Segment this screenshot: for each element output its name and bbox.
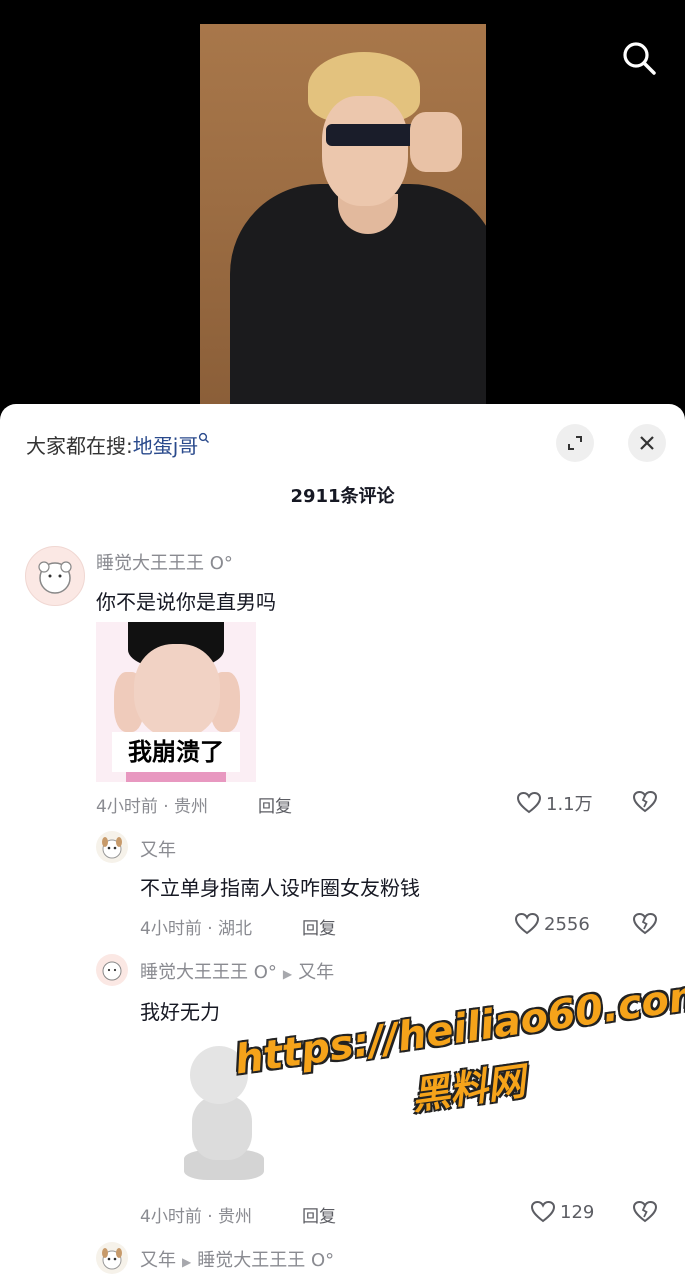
dislike-button[interactable] <box>632 912 658 940</box>
avatar[interactable] <box>96 1242 128 1274</box>
reply-text: 我好无力 <box>140 1000 220 1024</box>
reply-arrow-icon: ▶ <box>182 1255 192 1269</box>
comment-text: 你不是说你是直男吗 <box>96 590 276 614</box>
broken-heart-icon <box>632 790 658 813</box>
comment-username[interactable]: 睡觉大王王王 O° <box>96 549 233 575</box>
avatar[interactable] <box>96 831 128 863</box>
like-button[interactable]: 2556 <box>514 912 590 936</box>
trending-search-prefix: 大家都在搜: <box>26 434 133 458</box>
reply-username[interactable]: 睡觉大王王王 O° <box>140 962 277 983</box>
reply-button[interactable]: 回复 <box>258 792 292 817</box>
like-count: 2556 <box>544 913 590 935</box>
sticker-image[interactable]: 我崩溃了 <box>96 622 256 782</box>
broken-heart-icon <box>632 912 658 935</box>
close-icon <box>640 436 654 450</box>
comment-count: 2911条评论 <box>290 486 395 507</box>
broken-heart-icon <box>632 1200 658 1223</box>
reply-button[interactable]: 回复 <box>302 1202 336 1227</box>
heart-icon <box>514 912 540 935</box>
reply-to-username[interactable]: 睡觉大王王王 O° <box>197 1250 334 1271</box>
sticker-caption: 我崩溃了 <box>112 732 240 772</box>
avatar[interactable] <box>25 546 85 606</box>
comment-sheet: 大家都在搜:地蛋j哥 2911条评论 睡觉大王王王 O° 你不是说你是直男吗 我… <box>0 404 685 1280</box>
like-button[interactable]: 1.1万 <box>516 790 593 816</box>
video-area[interactable] <box>0 0 685 420</box>
reply-text: 不立单身指南人设咋圈女友粉钱 <box>140 876 420 900</box>
reply-to-username[interactable]: 又年 <box>298 962 334 983</box>
dislike-button[interactable] <box>632 790 658 818</box>
heart-icon <box>516 791 542 814</box>
dislike-button[interactable] <box>632 1200 658 1228</box>
trending-search-term[interactable]: 地蛋j哥 <box>133 434 199 458</box>
reply-button[interactable]: 回复 <box>302 914 336 939</box>
video-frame <box>200 24 486 414</box>
expand-button[interactable] <box>556 424 594 462</box>
reply-username[interactable]: 又年 <box>140 836 176 862</box>
like-count: 1.1万 <box>546 794 593 815</box>
reply-username-line: 睡觉大王王王 O° ▶ 又年 <box>140 958 334 984</box>
reply-time-location: 4小时前 · 贵州 <box>140 1207 253 1227</box>
expand-icon <box>568 436 582 450</box>
comment-time-location: 4小时前 · 贵州 <box>96 797 209 817</box>
heart-icon <box>530 1200 556 1223</box>
reply-arrow-icon: ▶ <box>282 967 293 981</box>
reply-username[interactable]: 又年 <box>140 1250 176 1271</box>
close-button[interactable] <box>628 424 666 462</box>
like-count: 129 <box>560 1201 595 1223</box>
like-button[interactable]: 129 <box>530 1200 594 1224</box>
avatar[interactable] <box>96 954 128 986</box>
search-small-icon <box>199 432 210 443</box>
reply-username-line: 又年 ▶ 睡觉大王王王 O° <box>140 1246 334 1272</box>
search-icon[interactable] <box>619 38 659 78</box>
trending-search[interactable]: 大家都在搜:地蛋j哥 <box>26 430 210 459</box>
reply-time-location: 4小时前 · 湖北 <box>140 919 253 939</box>
